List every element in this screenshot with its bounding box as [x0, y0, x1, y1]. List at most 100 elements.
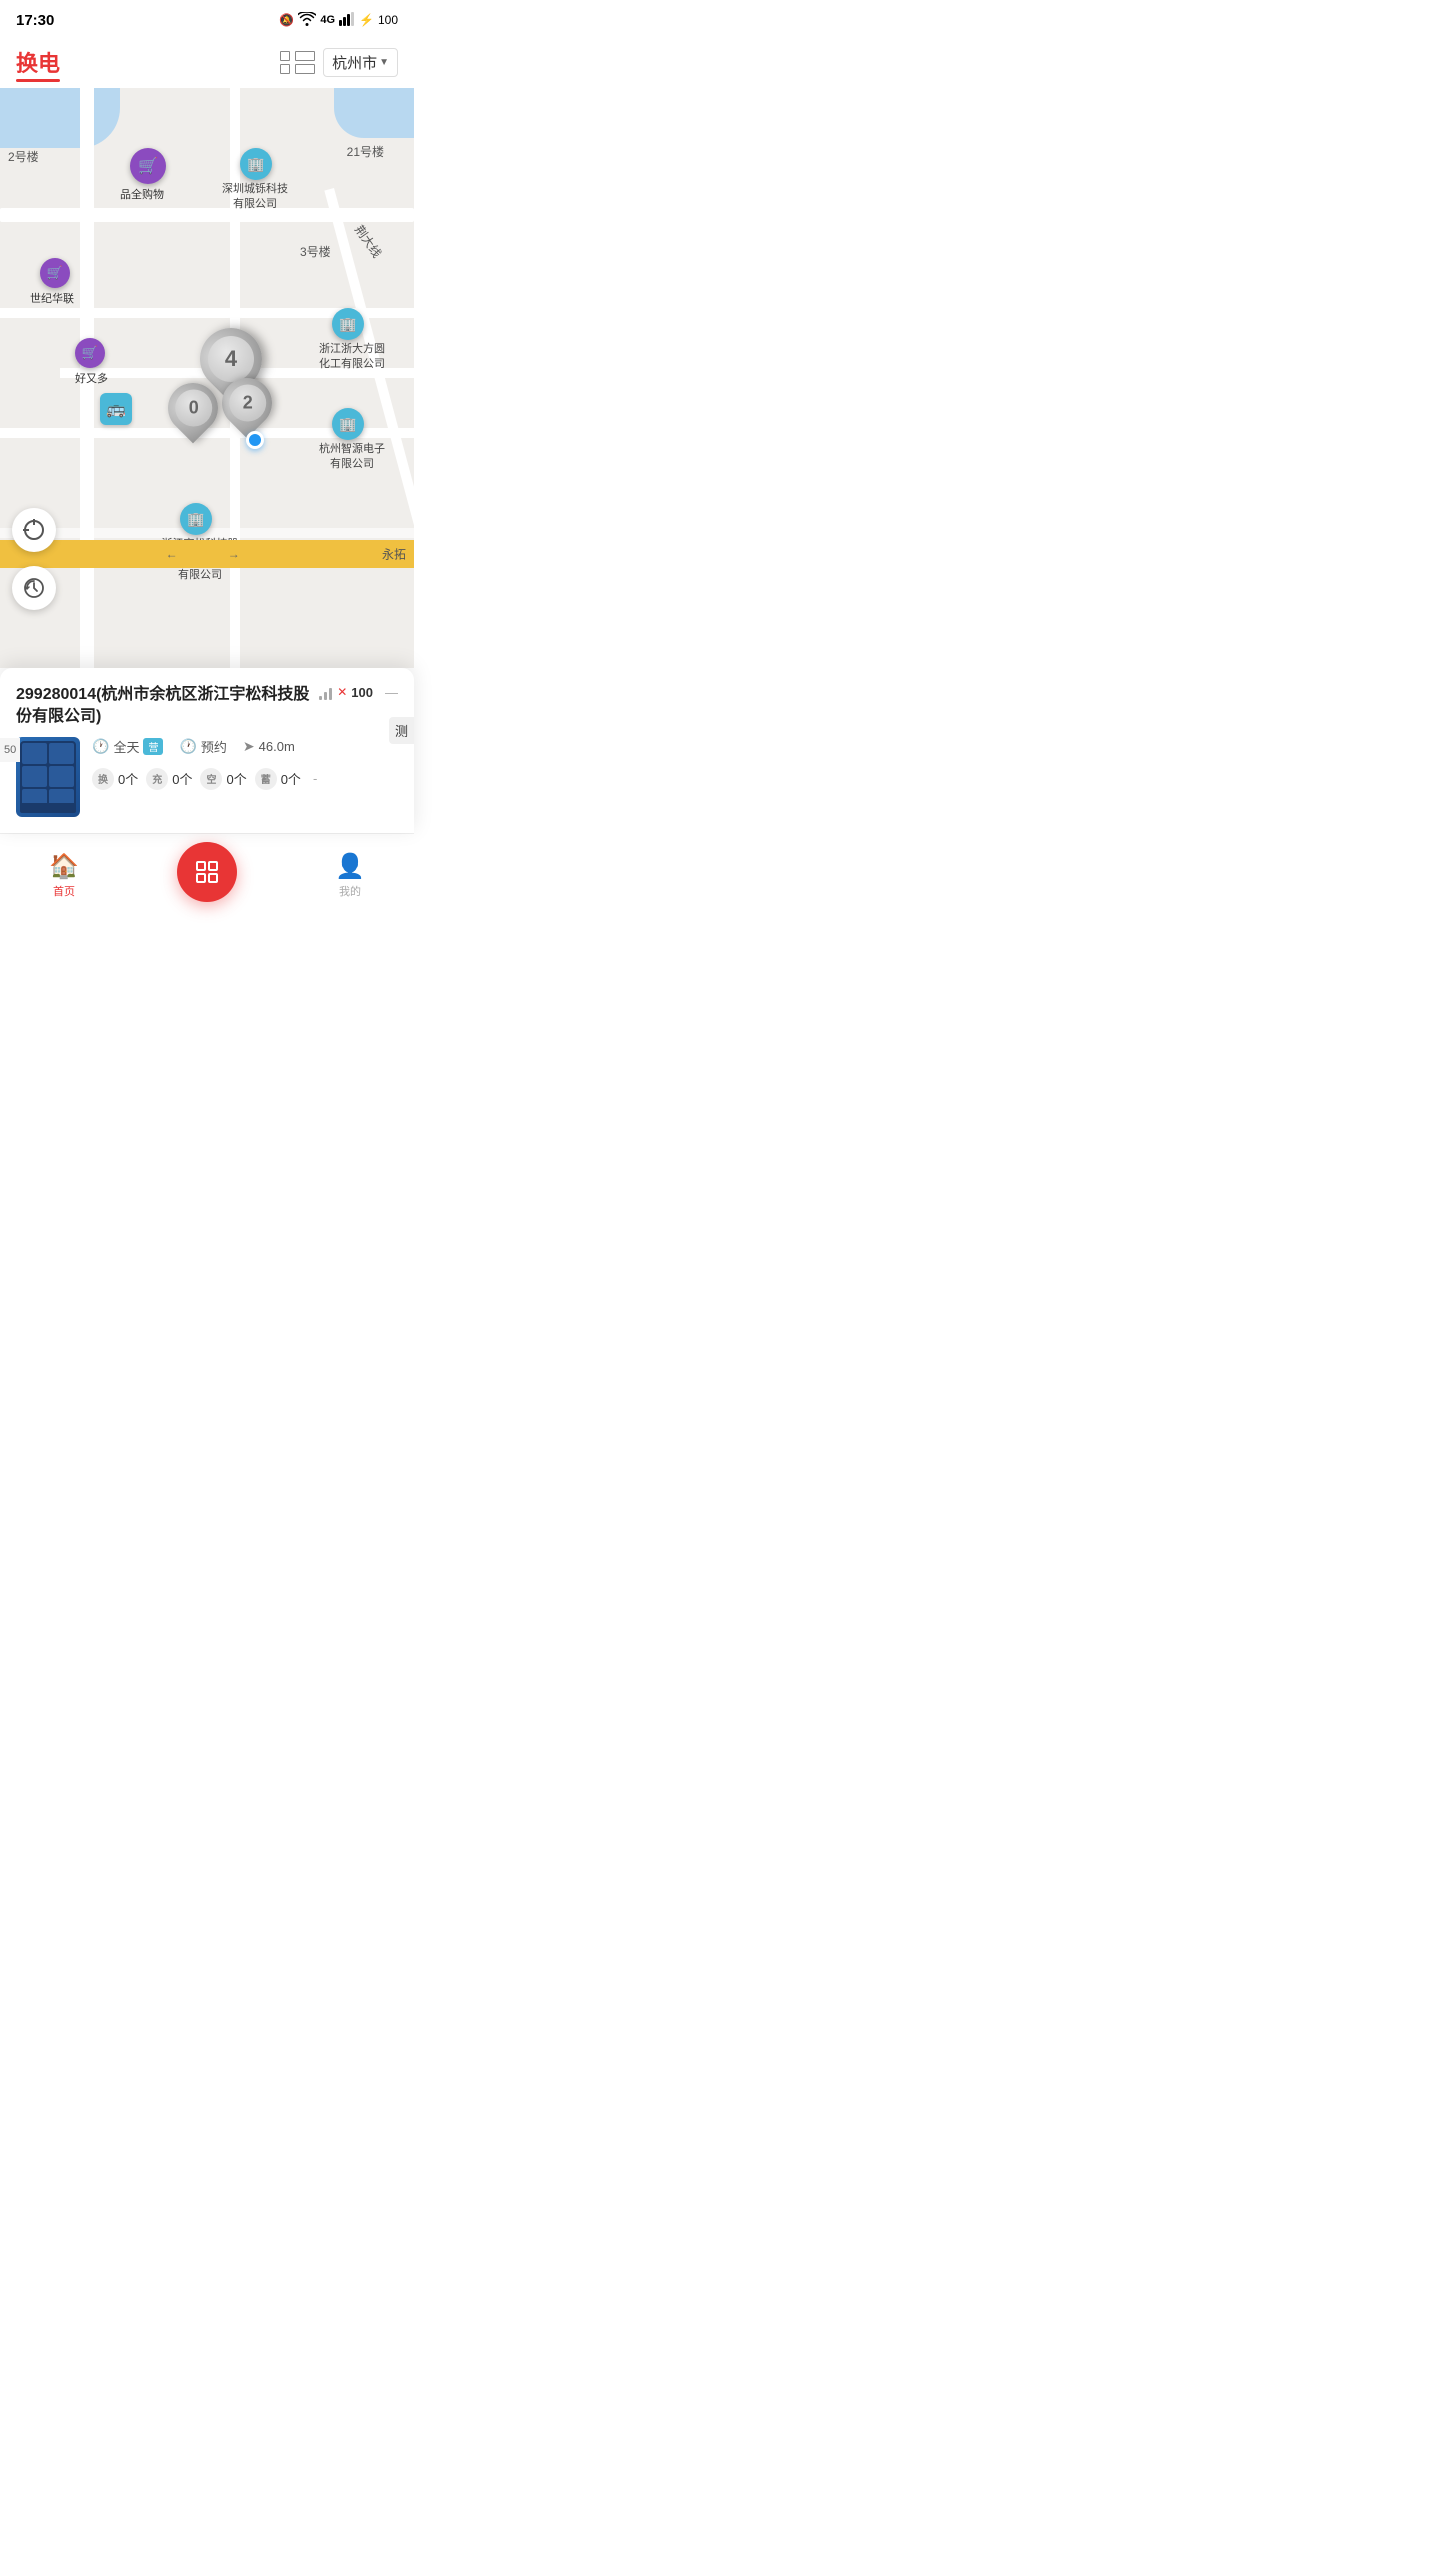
scan-icon: [193, 858, 221, 886]
nav-home[interactable]: 🏠 首页: [49, 852, 79, 899]
status-bar: 17:30 🔕 4G ⚡ 100: [0, 0, 414, 36]
poi-shopping-shiji[interactable]: 🛒 世纪华联: [40, 258, 70, 288]
station-image-base: [20, 803, 76, 813]
pin-0-number: 0: [188, 398, 198, 419]
poi-shopping-haoyouduo[interactable]: 🛒 好又多: [75, 338, 105, 368]
city-name: 杭州市: [332, 52, 377, 73]
stat-count-chong: 0个: [172, 769, 192, 788]
shopping-basket-icon-3: 🛒: [82, 345, 98, 361]
poi-label-hangzhouzhiyuan: 杭州智源电子有限公司: [312, 442, 392, 473]
status-time: 17:30: [16, 12, 54, 29]
station-address: 299280014(杭州市余杭区浙江宇松科技股份有限公司): [16, 684, 311, 729]
profile-icon: 👤: [335, 852, 365, 881]
road-label-yong: 永拓: [382, 546, 406, 563]
bottom-nav: 🏠 首页 👤 我的: [0, 833, 414, 926]
battery-slot-3: [22, 766, 47, 787]
shopping-basket-icon: 🛒: [138, 156, 158, 176]
left-partial-50: 50: [0, 738, 20, 762]
road-arrow-left: ←: [166, 547, 178, 561]
city-selector[interactable]: 杭州市 ▼: [323, 48, 398, 77]
grid-icon-bottom-row: [280, 64, 315, 74]
nav-scan-button[interactable]: [177, 842, 237, 902]
top-nav: 换电 杭州市 ▼: [0, 36, 414, 88]
nav-profile[interactable]: 👤 我的: [335, 852, 365, 899]
location-control[interactable]: [12, 508, 56, 552]
distance-label: 46.0m: [259, 739, 295, 754]
battery-level: 100: [378, 13, 398, 27]
nav-scan-container: [177, 842, 237, 910]
stats-row: 换 0个 充 0个 空 0个 蓄 0个 -: [92, 768, 398, 790]
stat-kong: 空 0个: [200, 768, 246, 790]
map-container[interactable]: ← → 永拓 2号楼 3号楼 21号楼 荆大线 🛒 品全购物 🛒 世纪华联 🛒 …: [0, 88, 414, 668]
reservation-label: 预约: [201, 737, 227, 756]
chevron-down-icon: ▼: [379, 57, 389, 68]
grid-dot-2: [280, 64, 290, 74]
poi-office-shenzhen[interactable]: 🏢 深圳城铄科技有限公司: [240, 148, 272, 180]
poi-office-yusong[interactable]: 🏢 浙江宇松科技股份有限公司: [180, 503, 212, 535]
battery-slot-2: [49, 743, 74, 764]
stat-count-kong: 0个: [226, 769, 246, 788]
water-area-right: [334, 88, 414, 138]
main-yellow-road: ← → 永拓: [0, 540, 414, 568]
poi-office-zheda[interactable]: 🏢 浙江浙大方圆化工有限公司: [332, 308, 364, 340]
crosshair-icon: [24, 520, 44, 540]
map-label-building21: 21号楼: [347, 143, 384, 160]
poi-label-haoyouduo: 好又多: [75, 370, 108, 386]
signal-bar-1: [319, 696, 322, 700]
poi-label-pinquan: 品全购物: [120, 186, 164, 202]
shopping-basket-icon-2: 🛒: [47, 265, 63, 281]
network-4g-icon: 4G: [320, 14, 335, 26]
current-location-dot: [246, 431, 264, 449]
poi-label-zheda: 浙江浙大方圆化工有限公司: [312, 342, 392, 373]
poi-shopping-pinquan[interactable]: 🛒 品全购物: [130, 148, 166, 184]
bus-icon: 🚌: [106, 399, 126, 419]
card-info-row: 🕐 全天 营 🕐 预约 ➤ 46.0m: [92, 737, 398, 756]
nav-right: 杭州市 ▼: [283, 48, 398, 77]
wifi-icon: [298, 12, 316, 29]
stat-icon-huan: 换: [92, 768, 114, 790]
stat-count-xu: 0个: [281, 769, 301, 788]
signal-bar-2: [324, 692, 327, 700]
pin-cluster-2[interactable]: 2: [222, 378, 274, 436]
station-image-inner: [20, 741, 76, 813]
poi-label-shiji: 世纪华联: [30, 290, 74, 306]
grid-list-toggle[interactable]: [283, 48, 311, 76]
stat-dash: -: [313, 771, 317, 786]
grid-line: [295, 51, 315, 61]
open-badge: 营: [143, 738, 163, 755]
distance-info: ➤ 46.0m: [243, 738, 295, 755]
pin-2-number: 2: [242, 393, 252, 414]
stat-icon-xu: 蓄: [255, 768, 277, 790]
stat-chong: 充 0个: [146, 768, 192, 790]
road-arrow-right: →: [228, 547, 240, 561]
signal-bars-icon: [339, 12, 355, 29]
notification-icon: 🔕: [279, 13, 294, 27]
history-control[interactable]: [12, 566, 56, 610]
card-right-section: 🕐 全天 营 🕐 预约 ➤ 46.0m 换 0个: [92, 737, 398, 790]
nav-title: 换电: [16, 46, 60, 78]
road-h1: [0, 208, 414, 222]
poi-office-hangzhouzhiyuan[interactable]: 🏢 杭州智源电子有限公司: [332, 408, 364, 440]
stat-huan: 换 0个: [92, 768, 138, 790]
signal-section: ✕ 100 —: [319, 684, 398, 700]
poi-label-shenzhen: 深圳城铄科技有限公司: [210, 182, 300, 213]
home-icon: 🏠: [49, 852, 79, 881]
water-area-left: [0, 88, 120, 148]
nav-profile-label: 我的: [339, 883, 361, 899]
reservation-info: 🕐 预约: [179, 737, 226, 756]
clock-icon: 🕐: [92, 738, 109, 755]
pin-cluster-0[interactable]: 0: [168, 383, 220, 441]
hours-label: 全天: [113, 737, 139, 756]
grid-dot: [280, 51, 290, 61]
dash-separator: —: [385, 685, 398, 700]
building-icon-3: 🏢: [339, 416, 356, 433]
stat-icon-kong: 空: [200, 768, 222, 790]
battery-slot-1: [22, 743, 47, 764]
map-label-building2: 2号楼: [8, 148, 39, 165]
signal-bar-3: [329, 688, 332, 700]
signal-value: 100: [351, 685, 373, 700]
grid-line-2: [295, 64, 315, 74]
building-icon-2: 🏢: [339, 316, 356, 333]
stat-icon-chong: 充: [146, 768, 168, 790]
nav-home-label: 首页: [53, 883, 75, 899]
